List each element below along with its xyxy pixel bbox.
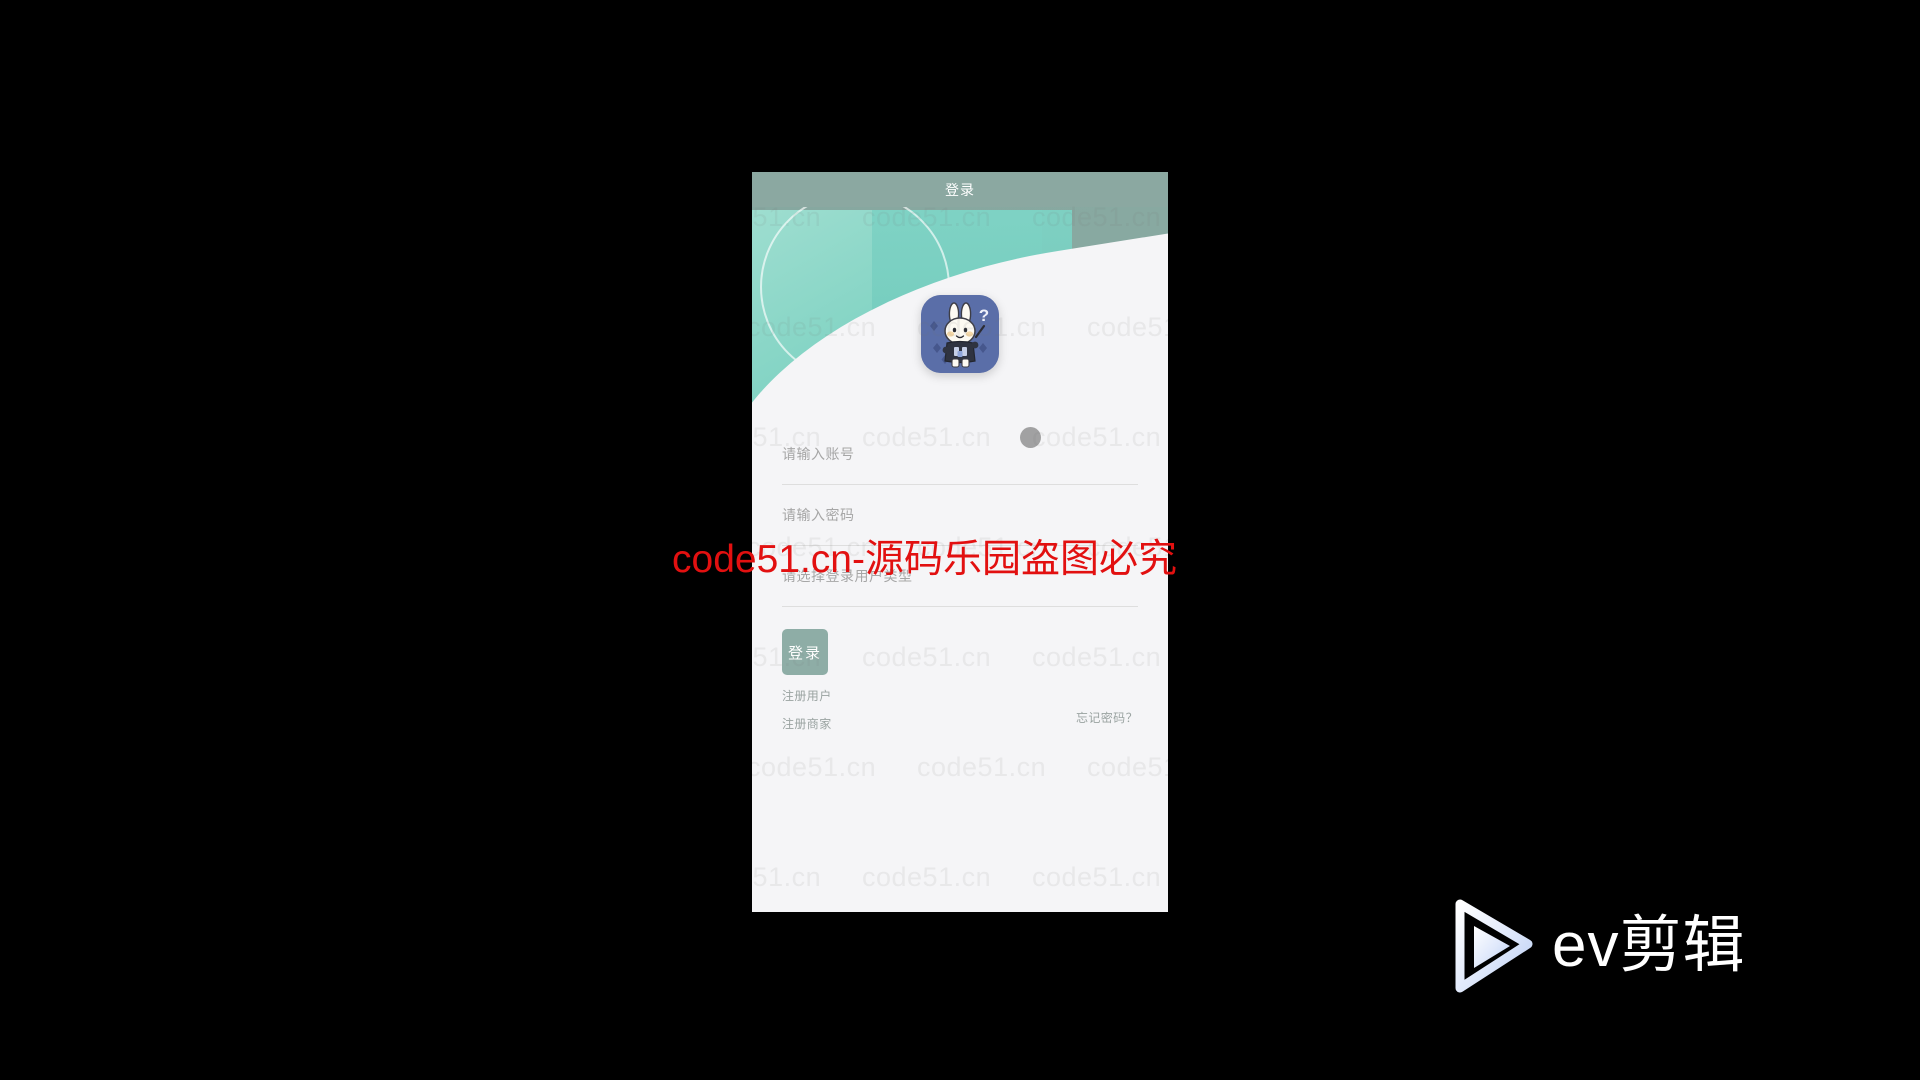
login-form: 请输入账号 请输入密码 请选择登录用户类型 登录 注册用户 注册商家 忘记密码？ (752, 424, 1168, 747)
register-user-link[interactable]: 注册用户 (782, 687, 832, 704)
watermark-tile: code51.cn (862, 862, 992, 892)
forgot-password-link[interactable]: 忘记密码？ (1076, 709, 1138, 726)
ev-editor-logo: ev剪辑 (1452, 898, 1745, 994)
play-triangle-icon (1455, 899, 1533, 993)
password-field-placeholder: 请输入密码 (782, 507, 855, 523)
watermark-tile: code51.cn (752, 752, 877, 782)
page-title: 登录 (945, 181, 975, 198)
register-merchant-link[interactable]: 注册商家 (782, 715, 832, 732)
svg-text:?: ? (979, 306, 989, 325)
watermark-tile: code51.cn (752, 862, 822, 892)
login-button[interactable]: 登录 (782, 629, 829, 675)
watermark-tile: code51.cn (1032, 862, 1162, 892)
rabbit-mascot-app-icon: ? (921, 295, 999, 373)
phone-viewport: 登录 ? 请输入账号 请输入密码 请选择登录用户类型 登录 注册用户 注册商家 … (752, 172, 1168, 912)
auth-links: 注册用户 注册商家 忘记密码？ (782, 687, 1138, 747)
watermark-tile: code51.cn (1087, 752, 1168, 782)
account-field[interactable]: 请输入账号 (782, 424, 1138, 485)
ev-logo-text: ev剪辑 (1552, 911, 1746, 980)
watermark-tile: code51.cn (917, 752, 1047, 782)
password-field[interactable]: 请输入密码 (782, 485, 1138, 546)
screen-root: 登录 ? 请输入账号 请输入密码 请选择登录用户类型 登录 注册用户 注册商家 … (0, 0, 1920, 1080)
account-field-placeholder: 请输入账号 (782, 446, 855, 462)
user-type-select[interactable]: 请选择登录用户类型 (782, 546, 1138, 607)
user-type-select-placeholder: 请选择登录用户类型 (782, 568, 913, 584)
titlebar: 登录 (752, 172, 1168, 207)
touch-indicator-icon (1020, 427, 1041, 448)
